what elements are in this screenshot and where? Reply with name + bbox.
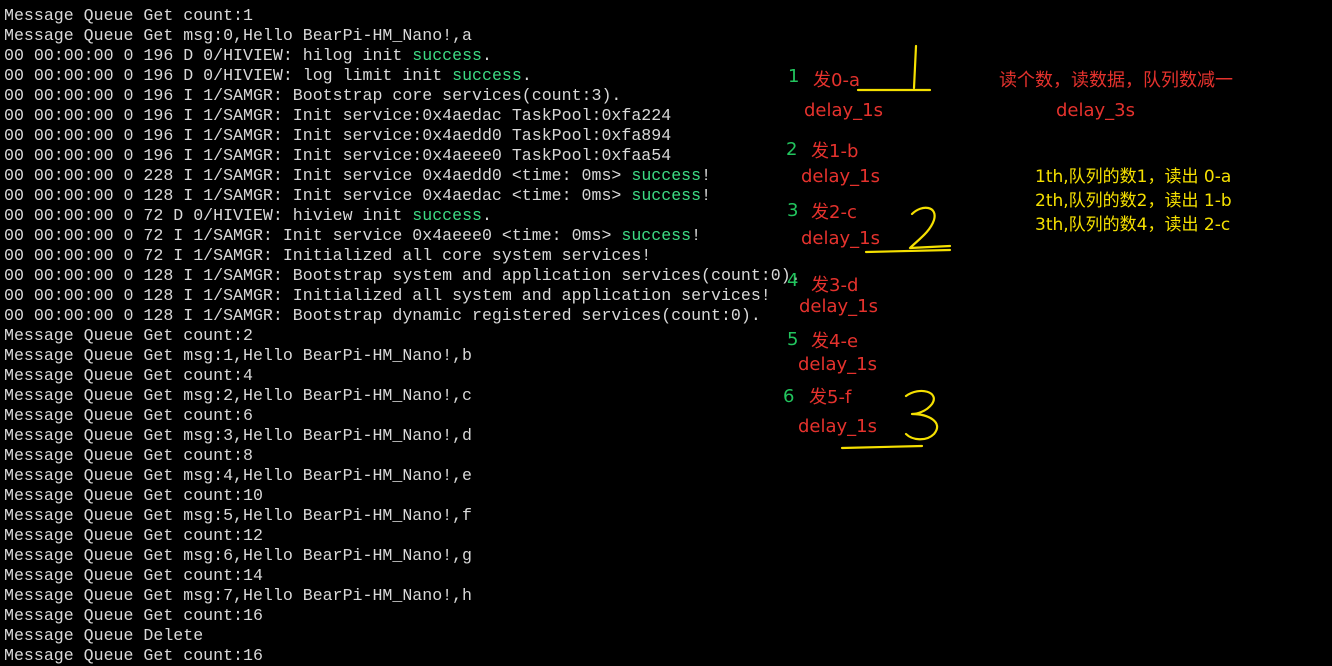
send-1-number: 1 <box>788 66 800 87</box>
send-5-label: 发4-e <box>811 331 859 352</box>
send-4-delay: delay_1s <box>799 296 879 317</box>
note-2: 2th,队列的数2，读出 1-b <box>1035 191 1232 211</box>
note-1: 1th,队列的数1，读出 0-a <box>1035 167 1232 187</box>
send-4-label: 发3-d <box>811 275 859 296</box>
send-6-delay: delay_1s <box>798 416 878 437</box>
reader-delay: delay_3s <box>1056 100 1136 121</box>
send-1-label: 发0-a <box>813 70 860 91</box>
send-6-label: 发5-f <box>809 387 852 408</box>
send-1-delay: delay_1s <box>804 100 884 121</box>
send-5-delay: delay_1s <box>798 354 878 375</box>
handwritten-1 <box>856 44 932 92</box>
send-3-number: 3 <box>787 200 799 221</box>
send-2-number: 2 <box>786 139 798 160</box>
send-3-delay: delay_1s <box>801 228 881 249</box>
note-3: 3th,队列的数4，读出 2-c <box>1035 215 1231 235</box>
send-3-label: 发2-c <box>811 202 857 223</box>
send-6-number: 6 <box>783 386 795 407</box>
reader-title: 读个数，读数据，队列数减一 <box>999 70 1233 91</box>
handwritten-marks <box>840 44 952 450</box>
send-2-delay: delay_1s <box>801 166 881 187</box>
send-4-number: 4 <box>787 270 799 291</box>
send-2-label: 发1-b <box>811 141 859 162</box>
send-5-number: 5 <box>787 329 799 350</box>
